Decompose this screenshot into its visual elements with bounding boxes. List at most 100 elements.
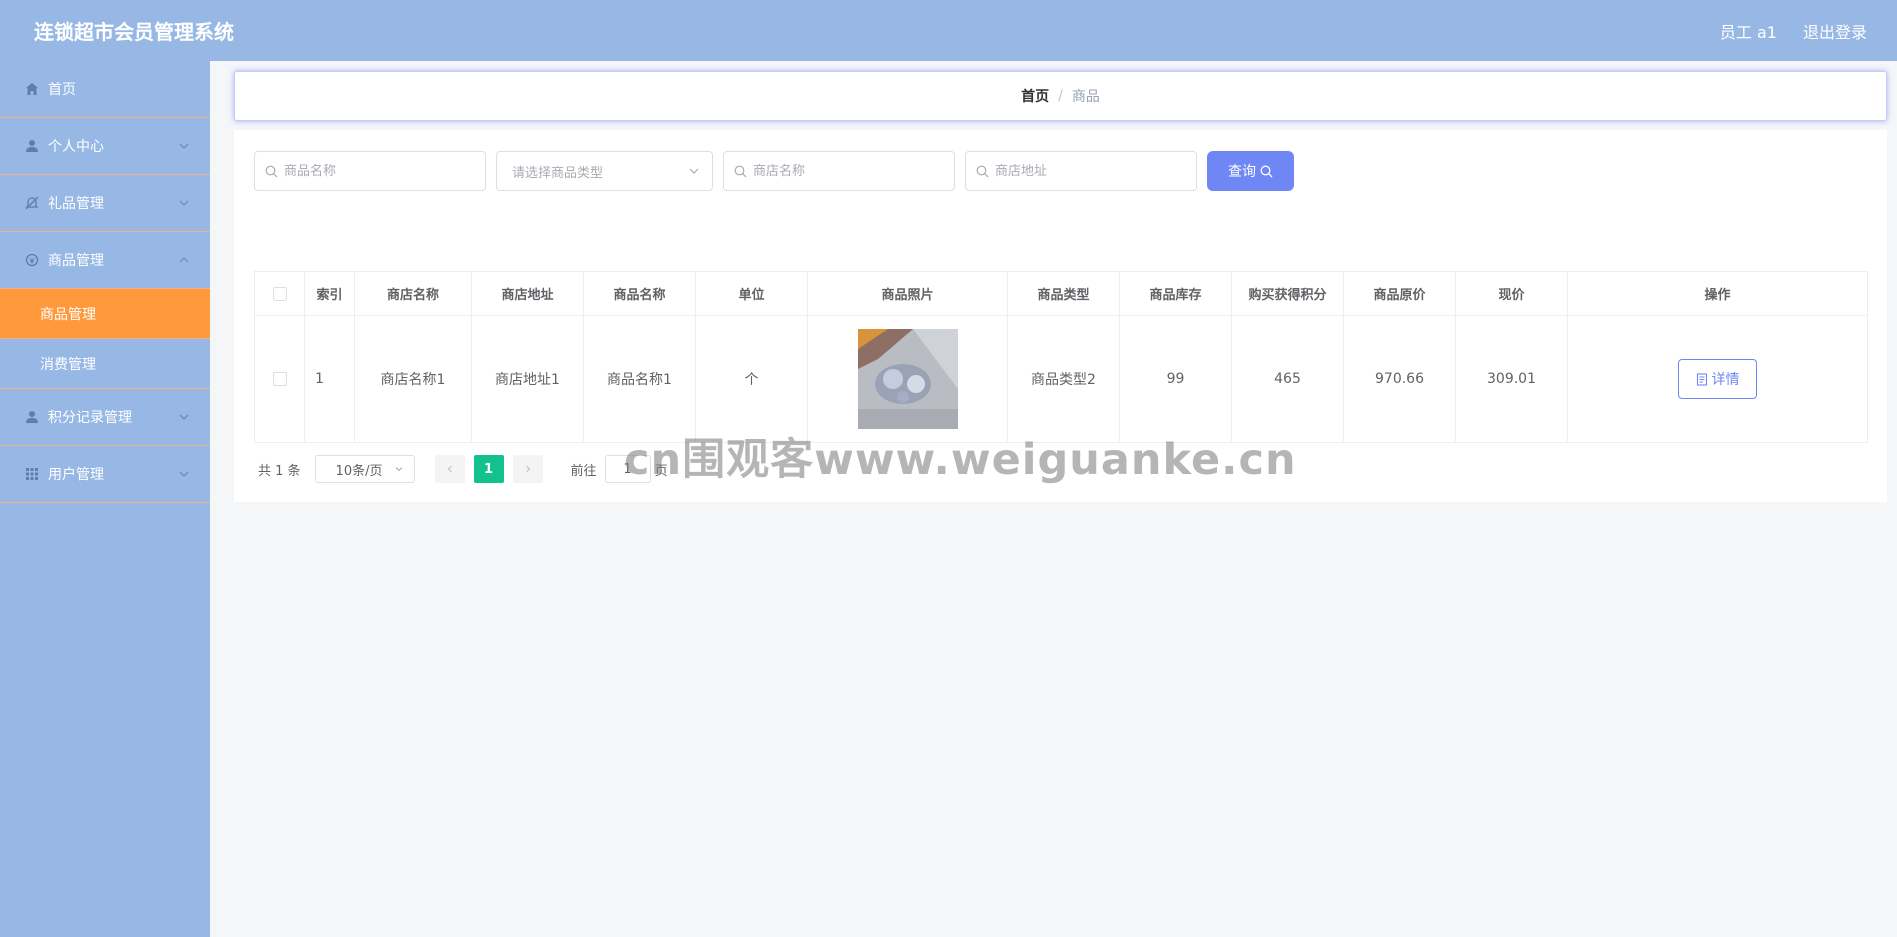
column-header: 索引 xyxy=(304,271,355,316)
user-icon xyxy=(24,138,40,154)
sidebar-item-home[interactable]: 首页 xyxy=(0,61,210,118)
cell-shop-name: 商店名称1 xyxy=(354,315,472,443)
breadcrumb-current: 商品 xyxy=(1071,89,1100,105)
sidebar-item-personal-center[interactable]: 个人中心 xyxy=(0,118,210,175)
sidebar-item-goods-management[interactable]: 商品管理 xyxy=(0,232,210,289)
current-user: 员工 a1 xyxy=(1719,22,1777,42)
goods-name-search xyxy=(254,151,486,191)
sidebar-item-gift-management[interactable]: 礼品管理 xyxy=(0,175,210,232)
search-icon xyxy=(1260,165,1273,177)
cell-price: 309.01 xyxy=(1455,315,1568,443)
detail-button-label: 详情 xyxy=(1711,372,1740,388)
sidebar-item-label: 用户管理 xyxy=(48,467,104,483)
home-icon xyxy=(24,81,40,97)
select-all-checkbox[interactable] xyxy=(272,286,287,301)
cell-goods-name: 商品名称1 xyxy=(583,315,696,443)
select-all-cell xyxy=(254,271,305,316)
row-checkbox[interactable] xyxy=(272,372,287,386)
app-title: 连锁超市会员管理系统 xyxy=(34,20,234,44)
sidebar-item-label: 积分记录管理 xyxy=(48,410,132,426)
cell-goods-type: 商品类型2 xyxy=(1007,315,1120,443)
column-header: 商品库存 xyxy=(1119,271,1232,316)
chevron-down-icon xyxy=(179,143,189,149)
sidebar-item-user-management[interactable]: 用户管理 xyxy=(0,446,210,503)
sidebar-subitem-label: 商品管理 xyxy=(40,306,96,323)
top-bar: 连锁超市会员管理系统 员工 a1 退出登录 xyxy=(0,0,1897,61)
sidebar-item-label: 个人中心 xyxy=(48,139,104,155)
chevron-down-icon xyxy=(179,471,189,477)
chevron-down-icon xyxy=(179,200,189,206)
goods-icon xyxy=(24,252,40,268)
next-page-button[interactable] xyxy=(512,455,543,483)
cell-unit: 个 xyxy=(695,315,808,443)
user-icon xyxy=(24,409,40,425)
chevron-down-icon xyxy=(689,168,699,174)
breadcrumb-home[interactable]: 首页 xyxy=(1021,86,1049,106)
cell-original-price: 970.66 xyxy=(1343,315,1456,443)
column-header: 商店名称 xyxy=(354,271,472,316)
search-icon xyxy=(265,165,278,177)
sidebar-subitem-label: 消费管理 xyxy=(40,356,96,373)
column-header: 商店地址 xyxy=(471,271,584,316)
query-button-label: 查询 xyxy=(1228,164,1256,180)
column-header: 操作 xyxy=(1567,271,1868,316)
sidebar-item-points-records[interactable]: 积分记录管理 xyxy=(0,389,210,446)
chevron-up-icon xyxy=(179,257,189,263)
column-header: 现价 xyxy=(1455,271,1568,316)
sidebar-item-label: 首页 xyxy=(48,82,76,98)
column-header: 商品类型 xyxy=(1007,271,1120,316)
chevron-left-icon xyxy=(447,465,452,473)
goods-type-placeholder: 请选择商品类型 xyxy=(512,165,604,181)
column-header: 商品名称 xyxy=(583,271,696,316)
prev-page-button[interactable] xyxy=(434,455,465,483)
column-header: 购买获得积分 xyxy=(1231,271,1344,316)
sidebar-item-label: 商品管理 xyxy=(48,253,104,269)
search-icon xyxy=(734,165,747,177)
sidebar: 首页 个人中心 礼品管理 商品管理 商品管理 消费管理 积分记录管理 用户管理 xyxy=(0,61,210,937)
column-header: 商品原价 xyxy=(1343,271,1456,316)
document-icon xyxy=(1696,372,1707,386)
chevron-down-icon xyxy=(395,467,402,472)
goods-name-input[interactable] xyxy=(284,163,474,179)
grid-icon xyxy=(24,466,40,482)
shop-name-search xyxy=(723,151,955,191)
cell-points: 465 xyxy=(1231,315,1344,443)
cell-stock: 99 xyxy=(1119,315,1232,443)
bell-off-icon xyxy=(24,195,40,211)
chevron-down-icon xyxy=(179,414,189,420)
search-bar: 请选择商品类型 查询 xyxy=(254,151,1294,191)
table-header-row: 索引 商店名称 商店地址 商品名称 单位 商品照片 商品类型 商品库存 购买获得… xyxy=(254,271,1868,316)
page-jump-label: 前往 xyxy=(570,463,597,479)
logout-link[interactable]: 退出登录 xyxy=(1803,19,1867,43)
sidebar-subitem-consumption-management[interactable]: 消费管理 xyxy=(0,339,210,389)
sidebar-item-label: 礼品管理 xyxy=(48,196,104,212)
cell-actions: 详情 xyxy=(1567,315,1868,443)
goods-table: 索引 商店名称 商店地址 商品名称 单位 商品照片 商品类型 商品库存 购买获得… xyxy=(254,271,1868,443)
pagination: 共 1 条 10条/页 1 前往 页 xyxy=(258,455,668,483)
chevron-right-icon xyxy=(525,465,530,473)
cell-goods-photo xyxy=(807,315,1008,443)
breadcrumb-separator: / xyxy=(1058,88,1063,104)
column-header: 单位 xyxy=(695,271,808,316)
page-size-value: 10条/页 xyxy=(335,463,383,479)
breadcrumb: 首页 / 商品 xyxy=(234,71,1887,121)
query-button[interactable]: 查询 xyxy=(1207,151,1294,191)
detail-button[interactable]: 详情 xyxy=(1678,359,1757,399)
cell-shop-address: 商店地址1 xyxy=(471,315,584,443)
row-select-cell xyxy=(254,315,305,443)
page-size-select[interactable]: 10条/页 xyxy=(314,455,415,483)
goods-type-select[interactable]: 请选择商品类型 xyxy=(496,151,713,191)
shop-address-input[interactable] xyxy=(995,163,1185,179)
top-right: 员工 a1 退出登录 xyxy=(1720,19,1867,43)
goods-photo xyxy=(857,329,958,429)
table-row: 1 商店名称1 商店地址1 商品名称1 个 商品类型2 99 465 970.6… xyxy=(254,315,1868,443)
shop-address-search xyxy=(965,151,1197,191)
pagination-total: 共 1 条 xyxy=(258,463,301,479)
page-number-current[interactable]: 1 xyxy=(473,455,504,483)
watermark: cn围观客www.weiguanke.cn xyxy=(624,435,1297,485)
column-header: 商品照片 xyxy=(807,271,1008,316)
search-icon xyxy=(976,165,989,177)
shop-name-input[interactable] xyxy=(753,163,943,179)
sidebar-subitem-goods-management[interactable]: 商品管理 xyxy=(0,289,210,339)
cell-index: 1 xyxy=(304,315,355,443)
